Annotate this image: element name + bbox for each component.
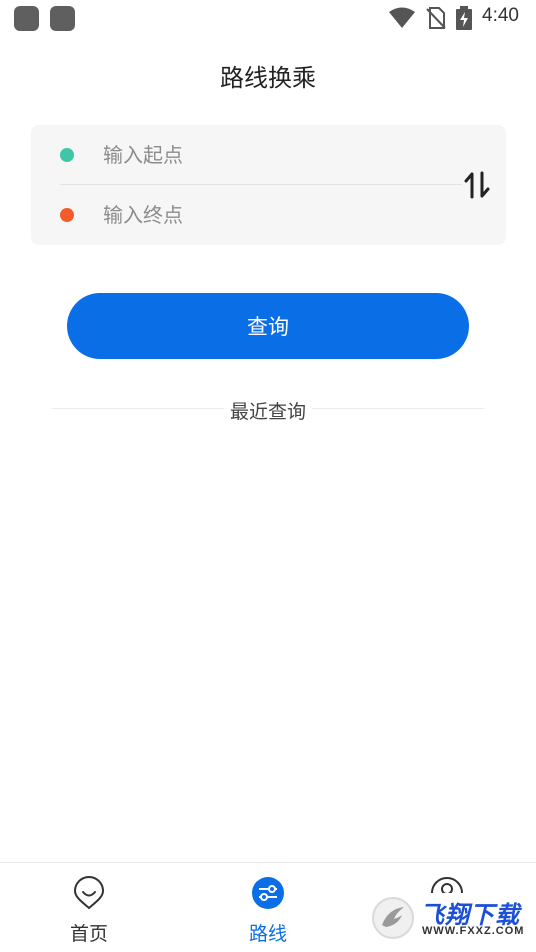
- no-sim-icon: [426, 7, 446, 29]
- status-bar: 4:40: [0, 0, 536, 36]
- recent-title-text: 最近查询: [223, 401, 312, 423]
- tab-route-label: 路线: [248, 923, 287, 945]
- notification-app-icon: [50, 6, 75, 31]
- tab-route[interactable]: 路线: [208, 863, 328, 952]
- home-smile-icon: [73, 876, 105, 910]
- start-input[interactable]: [103, 137, 423, 173]
- battery-charging-icon: [456, 6, 472, 30]
- notification-app-icon: [14, 6, 39, 31]
- watermark: 飞翔下载 WWW.FXXZ.COM: [370, 893, 530, 943]
- query-button[interactable]: 查询: [67, 293, 469, 359]
- swap-button[interactable]: [457, 165, 497, 205]
- status-time: 4:40: [482, 5, 519, 26]
- wifi-icon: [389, 7, 415, 28]
- swap-vertical-icon: [464, 171, 490, 199]
- watermark-url: WWW.FXXZ.COM: [422, 925, 525, 937]
- route-input-card: [31, 125, 506, 245]
- start-row: [31, 125, 451, 185]
- tab-home[interactable]: 首页: [29, 863, 149, 952]
- start-dot: [60, 148, 74, 162]
- end-dot: [60, 208, 74, 222]
- end-row: [31, 185, 451, 245]
- tab-home-label: 首页: [69, 923, 108, 945]
- route-settings-icon: [252, 877, 284, 909]
- recent-section-title: 最近查询: [0, 397, 536, 424]
- page-title: 路线换乘: [220, 64, 316, 92]
- watermark-logo-icon: [372, 897, 414, 939]
- end-input[interactable]: [103, 197, 423, 233]
